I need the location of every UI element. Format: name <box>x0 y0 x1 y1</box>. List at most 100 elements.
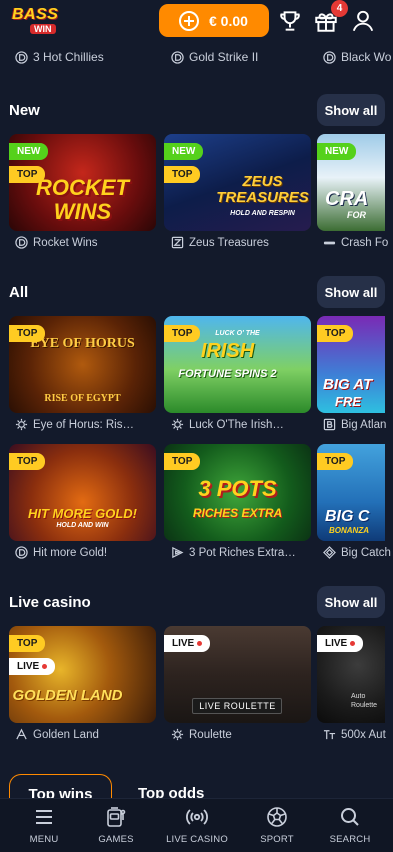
new-tag: NEW <box>9 143 49 160</box>
provider-icon <box>323 730 336 740</box>
game-art-title: IRISH <box>200 340 255 362</box>
game-card[interactable]: BIG C BONANZA TOP <box>317 444 385 541</box>
live-dot-icon <box>350 641 356 646</box>
game-label[interactable]: Zeus Treasures <box>171 236 269 249</box>
game-art-title: HIT MORE GOLD! <box>27 506 138 521</box>
show-all-button[interactable]: Show all <box>317 276 385 308</box>
top-tag: TOP <box>9 325 46 342</box>
slot-machine-icon <box>107 807 126 827</box>
section-title-live-casino: Live casino <box>9 594 91 611</box>
top-tag: TOP <box>164 453 201 470</box>
menu-icon <box>36 810 52 824</box>
provider-icon <box>15 50 28 64</box>
game-label[interactable]: Eye of Horus: Ris… <box>15 418 134 431</box>
top-tag: TOP <box>9 635 46 652</box>
game-art-title: ROCKET WINS <box>36 175 129 224</box>
deposit-button[interactable]: € 0.00 <box>159 4 269 37</box>
game-label[interactable]: Luck O'The Irish… <box>171 418 284 431</box>
live-broadcast-icon <box>186 809 208 825</box>
game-label[interactable]: Roulette <box>171 728 232 741</box>
plus-icon <box>179 10 199 31</box>
game-card[interactable]: 3 POTS RICHES EXTRA TOP <box>164 444 311 541</box>
game-art-title: 3 POTS <box>198 476 277 501</box>
game-art-subtitle: BONANZA <box>329 526 369 535</box>
provider-icon <box>323 241 336 245</box>
top-tag: TOP <box>164 325 201 342</box>
top-tag: TOP <box>164 166 201 183</box>
recent-game[interactable]: Gold Strike II <box>171 50 258 64</box>
game-label[interactable]: Rocket Wins <box>15 236 98 249</box>
trophy-icon[interactable] <box>277 8 303 34</box>
live-dot-icon <box>197 641 203 646</box>
game-card[interactable]: GOLDEN LAND TOP LIVE <box>9 626 156 723</box>
user-icon[interactable] <box>350 8 376 34</box>
game-art-subtitle: FRE <box>335 394 361 409</box>
nav-sport[interactable]: SPORT <box>238 805 316 845</box>
game-art-title: CRA <box>325 188 369 210</box>
game-card[interactable]: LIVE ROULETTE LIVE <box>164 626 311 723</box>
game-card[interactable]: HIT MORE GOLD! HOLD AND WIN TOP <box>9 444 156 541</box>
live-dot-icon <box>42 664 48 669</box>
game-art-subtitle: RISE OF EGYPT <box>44 393 121 404</box>
provider-icon <box>16 728 27 740</box>
bottom-nav: MENU GAMES LIVE CASINO SPORT SEARCH <box>0 798 393 852</box>
live-tag: LIVE <box>9 658 56 675</box>
game-card[interactable]: Auto Roulette LIVE <box>317 626 385 723</box>
section-title-new: New <box>9 102 40 119</box>
new-tag: NEW <box>317 143 357 160</box>
game-card[interactable]: EYE OF HORUS RISE OF EGYPT TOP <box>9 316 156 413</box>
game-art-title: LIVE ROULETTE <box>199 701 276 711</box>
game-label[interactable]: 3 Pot Riches Extra… <box>171 546 296 559</box>
recent-games-row: 3 Hot Chillies Gold Strike II Black Wo <box>0 50 393 72</box>
top-tag: TOP <box>9 453 46 470</box>
section-title-all: All <box>9 284 29 301</box>
game-card[interactable]: BIG AT FRE TOP <box>317 316 385 413</box>
show-all-button[interactable]: Show all <box>317 94 385 126</box>
provider-icon <box>15 546 28 559</box>
logo-text: BASS <box>12 6 59 23</box>
provider-icon <box>323 418 336 431</box>
live-tag: LIVE <box>317 635 364 652</box>
top-tag: TOP <box>317 325 354 342</box>
game-art-title: BIG AT <box>323 376 373 393</box>
nav-live-casino[interactable]: LIVE CASINO <box>158 805 236 845</box>
game-label[interactable]: Golden Land <box>15 728 99 741</box>
game-label[interactable]: Crash Fo <box>323 236 393 249</box>
nav-search[interactable]: SEARCH <box>311 805 389 845</box>
soccer-ball-icon <box>267 807 287 827</box>
provider-icon <box>171 728 184 741</box>
nav-menu[interactable]: MENU <box>5 805 83 845</box>
game-label[interactable]: Big Catch <box>323 546 393 559</box>
recent-game[interactable]: 3 Hot Chillies <box>15 50 104 64</box>
game-card[interactable]: ROCKET WINS NEW TOP <box>9 134 156 231</box>
show-all-button[interactable]: Show all <box>317 586 385 618</box>
logo[interactable]: BASS WIN <box>12 4 66 40</box>
game-art-subtitle: HOLD AND WIN <box>56 522 109 529</box>
nav-games[interactable]: GAMES <box>77 805 155 845</box>
provider-icon <box>15 418 28 431</box>
provider-icon <box>15 236 28 249</box>
game-card[interactable]: ZEUS TREASURES HOLD AND RESPIN NEW TOP <box>164 134 311 231</box>
new-tag: NEW <box>164 143 204 160</box>
notification-badge: 4 <box>331 0 348 17</box>
game-label[interactable]: Big Atlan <box>323 418 393 431</box>
game-art-title: ZEUS TREASURES <box>216 173 309 206</box>
game-art-subtitle: FOR <box>347 210 366 220</box>
provider-icon <box>171 236 184 249</box>
top-tag: TOP <box>317 453 354 470</box>
header: BASS WIN € 0.00 4 <box>0 0 393 44</box>
logo-subtext: WIN <box>30 24 56 34</box>
provider-icon <box>172 546 184 559</box>
top-tag: TOP <box>9 166 46 183</box>
provider-icon <box>171 50 184 64</box>
provider-icon <box>323 546 336 559</box>
game-label[interactable]: 500x Aut <box>323 728 393 741</box>
recent-game[interactable]: Black Wo <box>323 50 391 64</box>
provider-icon <box>323 50 336 64</box>
game-card[interactable]: LUCK O' THE IRISH FORTUNE SPINS 2 TOP <box>164 316 311 413</box>
game-card[interactable]: CRA FOR NEW <box>317 134 385 231</box>
provider-icon <box>171 418 184 431</box>
game-art-title: BIG C <box>325 508 370 525</box>
game-label[interactable]: Hit more Gold! <box>15 546 107 559</box>
balance-value: € 0.00 <box>209 12 248 29</box>
